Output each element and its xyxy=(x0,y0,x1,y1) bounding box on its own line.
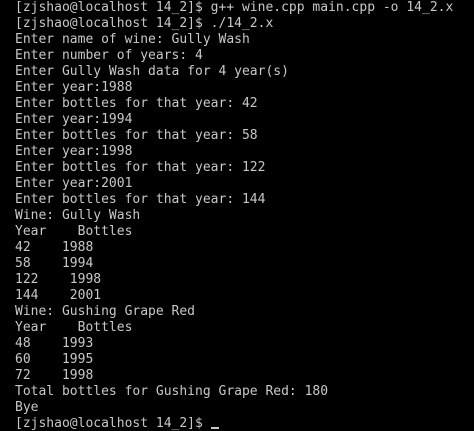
terminal-line: Year Bottles xyxy=(15,224,133,239)
terminal-line: [zjshao@localhost 14_2]$ g++ wine.cpp ma… xyxy=(15,0,454,15)
terminal-output: [zjshao@localhost 14_2]$ g++ wine.cpp ma… xyxy=(15,0,474,431)
terminal-line: Total bottles for Gushing Grape Red: 180 xyxy=(15,384,329,399)
terminal-line: Year Bottles xyxy=(15,320,133,335)
terminal-line: Enter bottles for that year: 58 xyxy=(15,128,258,143)
terminal-line: Wine: Gully Wash xyxy=(15,208,141,223)
terminal-line: 58 1994 xyxy=(15,256,94,271)
terminal-line: 60 1995 xyxy=(15,352,94,367)
terminal-window[interactable]: [zjshao@localhost 14_2]$ g++ wine.cpp ma… xyxy=(0,0,474,431)
terminal-line: [zjshao@localhost 14_2]$ ./14_2.x xyxy=(15,16,274,31)
terminal-line: Bye xyxy=(15,400,39,415)
terminal-line: Wine: Gushing Grape Red xyxy=(15,304,196,319)
shell-prompt: [zjshao@localhost 14_2]$ xyxy=(15,416,203,431)
terminal-line: 42 1988 xyxy=(15,240,94,255)
terminal-line: 48 1993 xyxy=(15,336,94,351)
terminal-line: Enter Gully Wash data for 4 year(s) xyxy=(15,64,289,79)
terminal-line: Enter year:2001 xyxy=(15,176,133,191)
terminal-line: 122 1998 xyxy=(15,272,102,287)
terminal-line: Enter name of wine: Gully Wash xyxy=(15,32,250,47)
terminal-line: Enter bottles for that year: 42 xyxy=(15,96,258,111)
terminal-line: Enter year:1994 xyxy=(15,112,133,127)
prompt-line[interactable]: [zjshao@localhost 14_2]$ xyxy=(15,416,474,431)
text-cursor xyxy=(210,427,219,429)
terminal-line: 144 2001 xyxy=(15,288,102,303)
terminal-line: Enter bottles for that year: 122 xyxy=(15,160,266,175)
terminal-line: Enter year:1988 xyxy=(15,80,133,95)
terminal-line: 72 1998 xyxy=(15,368,94,383)
terminal-line: Enter number of years: 4 xyxy=(15,48,203,63)
terminal-line: Enter bottles for that year: 144 xyxy=(15,192,266,207)
terminal-line: Enter year:1998 xyxy=(15,144,133,159)
